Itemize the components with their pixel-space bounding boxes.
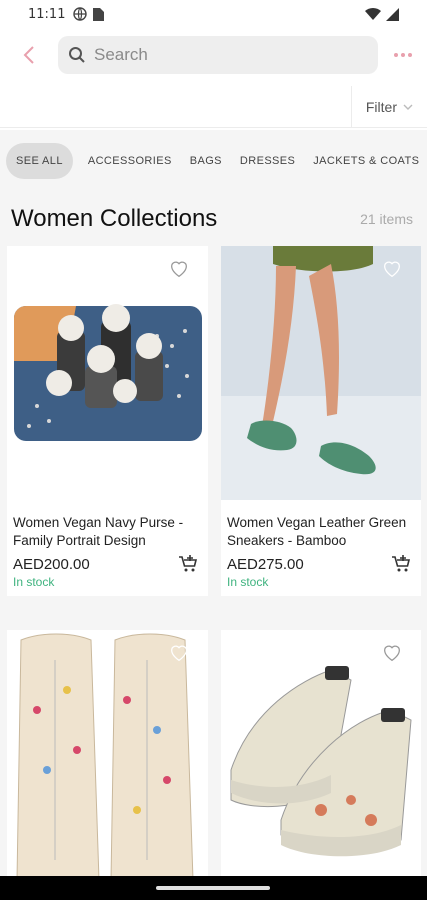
filter-label: Filter [365, 99, 397, 115]
filter-row: Filter [0, 86, 427, 128]
heart-icon[interactable] [381, 258, 403, 280]
category-chip-bags[interactable]: BAGS [181, 143, 231, 179]
product-card[interactable]: Women Vegan Leather Green Sneakers - Bam… [221, 246, 421, 596]
sim-card-icon [93, 8, 105, 21]
category-chip-jackets-coats[interactable]: JACKETS & COATS [304, 143, 427, 179]
product-price: AED275.00 [227, 556, 304, 573]
heart-icon[interactable] [168, 642, 190, 664]
back-button[interactable] [0, 30, 58, 80]
product-card[interactable]: Women Vegan Navy Purse - Family Portrait… [7, 246, 208, 596]
product-image [7, 246, 208, 496]
product-card[interactable] [221, 630, 421, 876]
system-nav-bar [0, 876, 427, 900]
product-image [221, 630, 421, 876]
search-input[interactable] [94, 45, 334, 65]
status-time: 11:11 [28, 6, 66, 22]
status-bar: 11:11 [0, 0, 427, 28]
back-arrow-icon [23, 46, 34, 64]
add-to-cart-icon[interactable] [178, 554, 198, 574]
category-tabs: SEE ALL ACCESSORIES BAGS DRESSES JACKETS… [0, 130, 427, 192]
product-card[interactable] [7, 630, 208, 876]
more-options-button[interactable] [378, 30, 427, 80]
more-icon [393, 53, 412, 57]
filter-button[interactable]: Filter [350, 86, 413, 128]
globe-icon [73, 7, 88, 21]
items-count: 21 items [360, 211, 413, 227]
signal-icon [386, 8, 399, 21]
chevron-down-icon [403, 104, 413, 110]
heart-icon[interactable] [168, 258, 190, 280]
heart-icon[interactable] [381, 642, 403, 664]
section-header: Women Collections 21 items [0, 192, 427, 246]
category-chip-dresses[interactable]: DRESSES [231, 143, 304, 179]
product-list: Women Collections 21 items Women Vegan N… [0, 192, 427, 876]
product-image [221, 246, 421, 500]
add-to-cart-icon[interactable] [391, 554, 411, 574]
product-name[interactable]: Women Vegan Navy Purse - Family Portrait… [13, 514, 199, 550]
search-icon [69, 47, 85, 63]
top-bar [0, 30, 427, 80]
wifi-icon [365, 7, 381, 21]
product-name[interactable]: Women Vegan Leather Green Sneakers - Bam… [227, 514, 413, 550]
category-chip-accessories[interactable]: ACCESSORIES [79, 143, 181, 179]
product-price: AED200.00 [13, 556, 90, 573]
product-image [7, 630, 208, 876]
stock-status: In stock [13, 575, 55, 589]
search-bar[interactable] [58, 36, 378, 74]
category-chip-see-all[interactable]: SEE ALL [6, 143, 73, 179]
home-gesture-handle[interactable] [156, 886, 270, 890]
section-title: Women Collections [11, 205, 218, 232]
stock-status: In stock [227, 575, 269, 589]
